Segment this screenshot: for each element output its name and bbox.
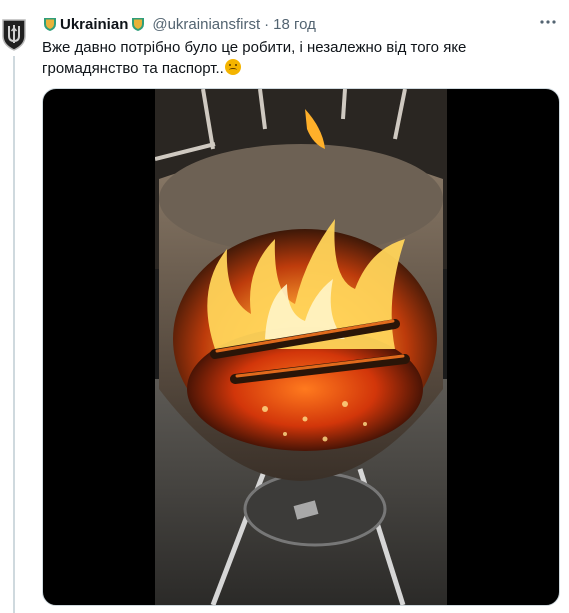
thread-line [13, 56, 15, 613]
fire-grill-photo[interactable] [155, 89, 447, 605]
tweet-header: Ukrainian @ukrainiansfirst · 18 год [42, 14, 557, 34]
more-options-button[interactable] [539, 13, 557, 31]
avatar[interactable] [0, 14, 28, 52]
shield-badge-icon [42, 16, 58, 32]
fire-grill-image [155, 89, 447, 605]
shield-badge-icon [130, 16, 146, 32]
more-options-icon [540, 20, 556, 24]
tweet-text: Вже давно потрібно було це робити, і нез… [42, 37, 542, 79]
tweet-media[interactable] [42, 88, 560, 606]
trident-shield-avatar-icon [0, 14, 28, 52]
angry-face-emoji-icon [224, 59, 241, 75]
header-separator: · [264, 15, 270, 33]
display-name[interactable]: Ukrainian [60, 16, 128, 33]
tweet-text-body: Вже давно потрібно було це робити, і нез… [42, 39, 467, 77]
tweet-timestamp[interactable]: 18 год [273, 16, 316, 33]
user-handle[interactable]: @ukrainiansfirst [152, 16, 260, 33]
